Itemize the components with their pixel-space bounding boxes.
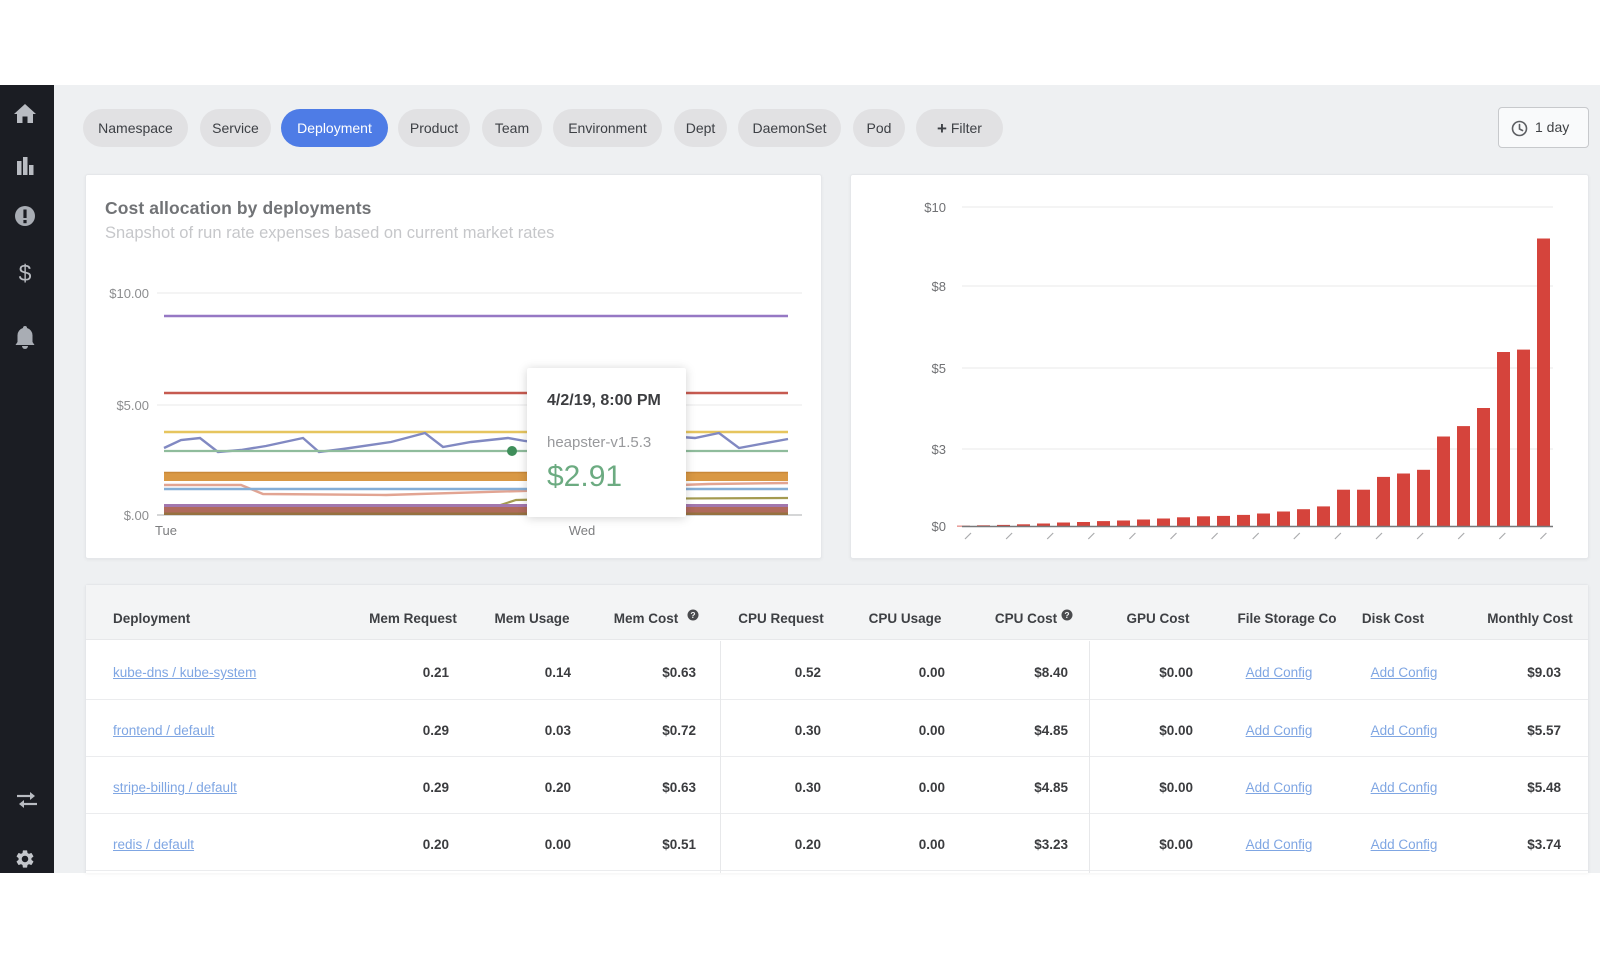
svg-text:$: $ bbox=[19, 260, 32, 286]
svg-text:$10.00: $10.00 bbox=[109, 286, 149, 301]
svg-text:Tue: Tue bbox=[155, 523, 177, 538]
svg-text:$10: $10 bbox=[924, 200, 946, 215]
svg-text:$5.00: $5.00 bbox=[116, 398, 149, 413]
svg-text:$3: $3 bbox=[932, 442, 946, 457]
svg-text:$0: $0 bbox=[932, 519, 946, 534]
svg-text:$8: $8 bbox=[932, 279, 946, 294]
svg-text:$.00: $.00 bbox=[124, 508, 149, 523]
svg-text:$5: $5 bbox=[932, 361, 946, 376]
svg-text:Wed: Wed bbox=[569, 523, 596, 538]
